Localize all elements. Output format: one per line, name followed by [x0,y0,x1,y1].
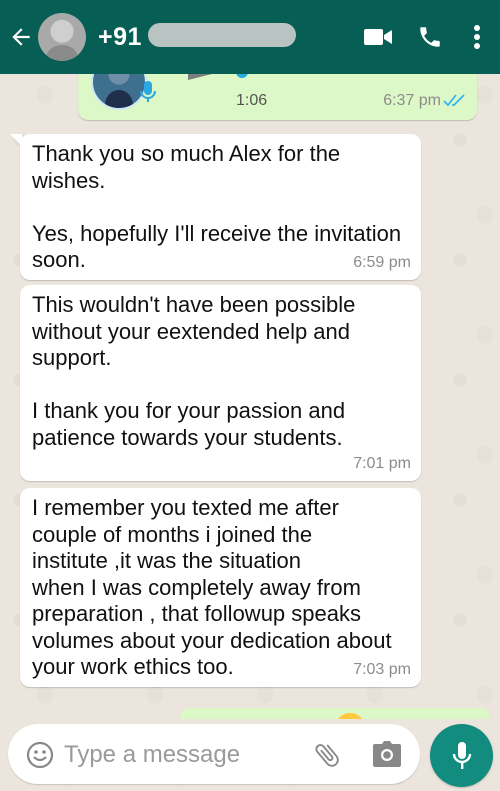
back-button[interactable] [4,0,38,74]
voice-seek-handle[interactable] [236,74,248,78]
paperclip-icon[interactable] [312,740,342,770]
camera-icon[interactable] [372,740,402,768]
message-list[interactable]: 1:06 6:37 pm Thank you so much Alex for … [0,74,500,719]
redacted-phone-number [148,23,296,47]
chat-header: +91 [0,0,500,74]
incoming-message[interactable]: Thank you so much Alex for the wishes. Y… [10,134,421,280]
message-time: 7:03 pm [353,661,411,678]
video-call-icon [364,29,392,45]
contact-title[interactable]: +91 [98,0,303,74]
contact-avatar[interactable] [38,13,86,61]
message-time: 6:37 pm [383,92,441,109]
play-icon[interactable] [186,74,214,86]
video-call-button[interactable] [354,0,402,74]
read-ticks-icon [443,94,465,107]
message-time: 6:59 pm [353,254,411,271]
message-text: Thank you so much Alex for the wishes. Y… [32,141,402,272]
incoming-message[interactable]: This wouldn't have been possible without… [20,285,421,481]
message-placeholder: Type a message [64,741,241,768]
voice-call-button[interactable] [406,0,454,74]
voice-note-message[interactable]: 1:06 6:37 pm [78,74,477,120]
more-options-button[interactable] [454,0,500,74]
mic-icon [452,741,471,769]
voice-duration: 1:06 [236,92,268,109]
message-text: I remember you texted me after couple of… [32,495,392,679]
voice-note-avatar [91,74,147,110]
phone-icon [420,27,440,47]
back-arrow-icon [12,28,30,46]
more-vert-icon [474,25,480,49]
message-input[interactable]: Type a message [8,724,420,784]
contact-name: +91 [98,22,142,51]
incoming-message[interactable]: I remember you texted me after couple of… [20,488,421,687]
emoji-icon[interactable] [26,741,54,769]
message-time: 7:01 pm [353,455,411,472]
mic-icon [140,81,156,102]
voice-record-button[interactable] [430,724,493,787]
message-text: This wouldn't have been possible without… [32,292,356,450]
compose-bar: Type a message [0,718,500,791]
